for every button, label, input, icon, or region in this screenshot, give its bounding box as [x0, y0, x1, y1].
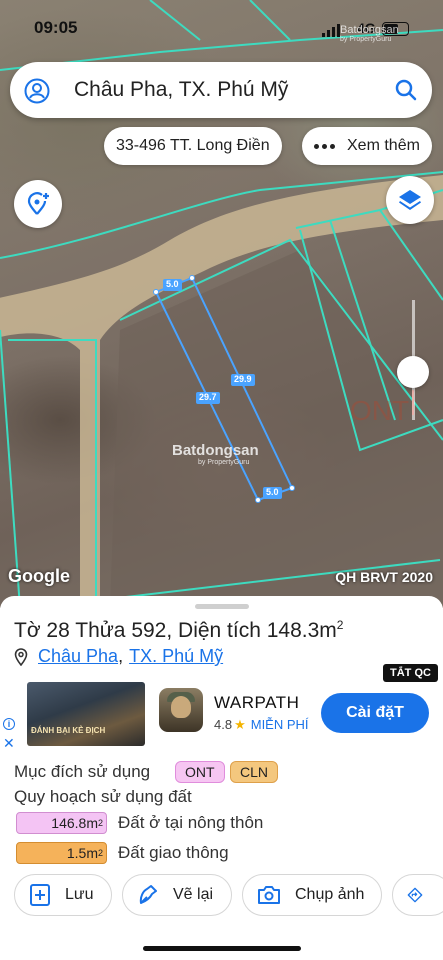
ad-rating-value: 4.8 [214, 717, 233, 732]
layers-icon [399, 190, 421, 210]
ad-app-icon[interactable] [159, 688, 203, 732]
save-button[interactable]: Lưu [14, 874, 112, 916]
watermark-text: Batdongsan [172, 442, 259, 459]
land-use-purpose-label: Mục đích sử dụng [14, 762, 151, 781]
area-unit-sup: 2 [97, 818, 103, 828]
signal-icon [322, 23, 340, 37]
redraw-label: Vẽ lại [173, 886, 214, 903]
top-watermark: Batdongsan by PropertyGuru [340, 24, 399, 43]
land-use-plan-label: Quy hoạch sử dụng đất [14, 787, 192, 806]
ad-banner-text: ĐÁNH BẠI KẺ ĐỊCH [31, 726, 106, 735]
home-indicator[interactable] [143, 946, 301, 951]
parcel-location: Châu Pha , TX. Phú Mỹ [14, 646, 223, 667]
map-watermark: Batdongsan by PropertyGuru [172, 442, 259, 466]
area-unit-sup: 2 [97, 848, 103, 858]
status-time: 09:05 [34, 18, 78, 37]
map-credit: QH BRVT 2020 [335, 569, 433, 585]
location-pin-icon [14, 647, 28, 666]
zoom-slider-handle[interactable] [397, 356, 429, 388]
star-icon: ★ [234, 717, 246, 732]
layers-button[interactable] [386, 176, 434, 224]
ad-close-icon[interactable]: ✕ [3, 735, 15, 752]
ad-info-icon[interactable]: i [3, 718, 15, 730]
watermark-subtext: by PropertyGuru [340, 36, 392, 43]
location-separator: , [118, 646, 124, 666]
photo-button[interactable]: Chụp ảnh [242, 874, 382, 916]
ad-price: MIỄN PHÍ [250, 717, 309, 732]
parcel-info-sheet[interactable]: Tờ 28 Thửa 592, Diện tích 148.3m2 Châu P… [0, 596, 443, 960]
address-chip-label: 33-496 TT. Long Điền [116, 137, 270, 154]
address-chip[interactable]: 33-496 TT. Long Điền [104, 127, 282, 165]
add-location-icon [27, 192, 49, 215]
google-logo: Google [8, 566, 70, 586]
redraw-button[interactable]: Vẽ lại [122, 874, 232, 916]
ad-install-label: Cài đặT [346, 704, 404, 721]
directions-icon [407, 887, 423, 903]
dimension-label: 29.7 [196, 392, 220, 404]
search-input[interactable]: Châu Pha, TX. Phú Mỹ [74, 78, 288, 102]
area-value: 1.5m [66, 845, 98, 861]
parcel-title-sup: 2 [336, 618, 344, 632]
area-value-box: 146.8m 2 [16, 812, 107, 834]
save-icon [30, 884, 50, 906]
account-icon[interactable] [24, 78, 50, 104]
area-description: Đất ở tại nông thôn [118, 813, 264, 832]
field [110, 250, 443, 608]
dimension-label: 29.9 [231, 374, 255, 386]
redraw-icon [139, 885, 157, 904]
photo-label: Chụp ảnh [295, 886, 365, 903]
svg-text:ONT: ONT [350, 395, 409, 426]
search-icon[interactable] [394, 78, 418, 102]
camera-icon [258, 886, 280, 904]
area-value-box: 1.5m 2 [16, 842, 107, 864]
dimension-label: 5.0 [263, 487, 282, 499]
town-link[interactable]: TX. Phú Mỹ [129, 646, 223, 667]
search-bar[interactable]: Châu Pha, TX. Phú Mỹ [10, 62, 432, 118]
watermark-subtext: by PropertyGuru [198, 459, 250, 466]
add-place-button[interactable] [14, 180, 62, 228]
ad-app-name[interactable]: WARPATH [214, 693, 299, 713]
land-use-tag: ONT [175, 761, 225, 783]
land-use-tag: CLN [230, 761, 279, 783]
ad-banner-image[interactable]: ĐÁNH BẠI KẺ ĐỊCH [27, 682, 145, 746]
ad-rating: 4.8 ★ MIỄN PHÍ [214, 717, 309, 733]
directions-button[interactable] [392, 874, 443, 916]
save-label: Lưu [65, 886, 94, 903]
more-chip[interactable]: Xem thêm [302, 127, 432, 165]
sheet-drag-handle[interactable] [195, 604, 249, 609]
dimension-label: 5.0 [163, 279, 182, 291]
ward-link[interactable]: Châu Pha [38, 646, 118, 667]
parcel-title: Tờ 28 Thửa 592, Diện tích 148.3m2 [14, 618, 343, 643]
close-ad-button[interactable]: TẮT QC [383, 664, 438, 682]
map-view[interactable]: ONT 5.0 29.7 29.9 5.0 Batdongsan by Prop… [0, 0, 443, 608]
area-description: Đất giao thông [118, 843, 229, 862]
more-chip-label: Xem thêm [347, 137, 420, 154]
ad-install-button[interactable]: Cài đặT [321, 693, 429, 733]
status-bar: 09:05 4G Batdongsan by PropertyGuru [0, 0, 443, 58]
parcel-title-text: Tờ 28 Thửa 592, Diện tích 148.3m [14, 619, 337, 642]
watermark-text: Batdongsan [340, 24, 399, 36]
more-icon [314, 143, 335, 149]
area-value: 146.8m [51, 815, 98, 831]
